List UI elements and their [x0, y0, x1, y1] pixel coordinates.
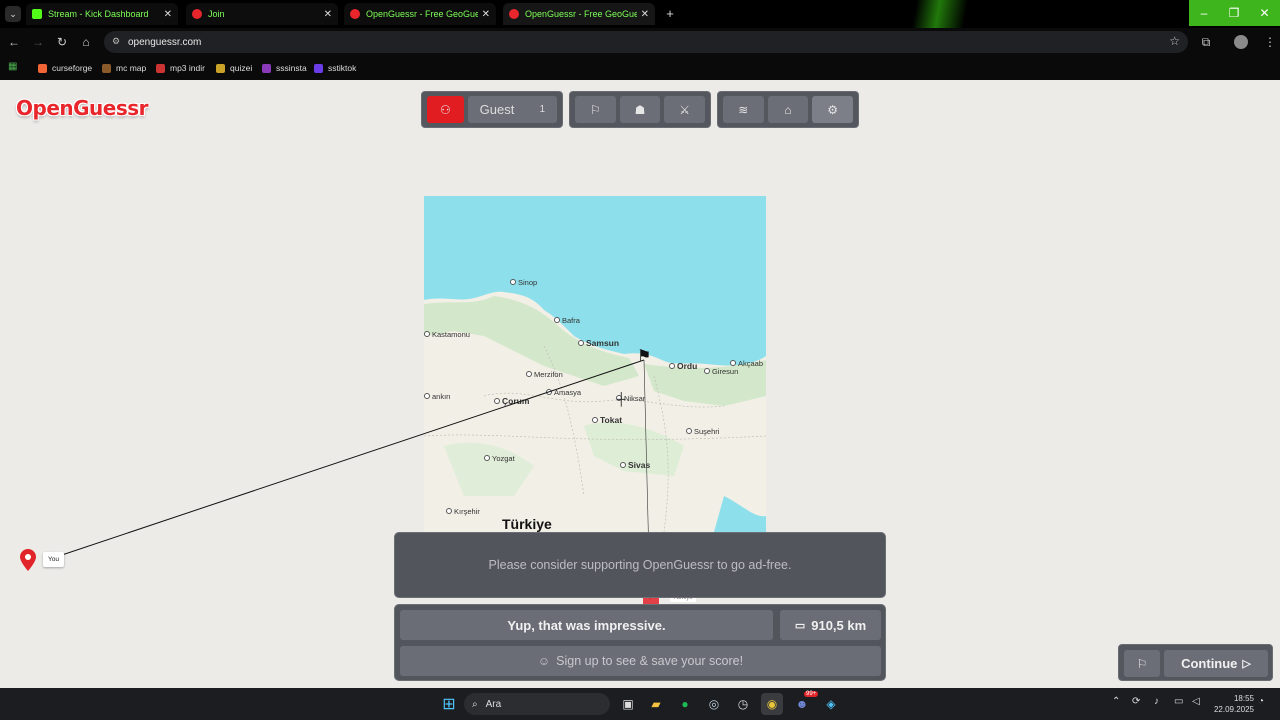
- continue-label: Continue: [1181, 656, 1238, 671]
- taskbar: [0, 688, 1280, 720]
- clock-date: 22.09.2025: [1213, 705, 1254, 714]
- podium-icon[interactable]: ⚐: [1124, 650, 1160, 677]
- ad-panel: Please consider supporting OpenGuessr to…: [394, 532, 886, 598]
- task-view-icon[interactable]: ▣: [617, 693, 639, 715]
- signup-button[interactable]: ☺ Sign up to see & save your score!: [400, 646, 881, 676]
- sync-icon[interactable]: ⟳: [1132, 696, 1140, 707]
- notification-icon[interactable]: ◔: [1258, 696, 1264, 707]
- continue-panel: ⚐ Continue ▷: [1118, 644, 1273, 681]
- volume-icon[interactable]: ◁: [1192, 696, 1200, 707]
- windows-start-icon[interactable]: ⊞: [438, 693, 460, 715]
- chrome-icon[interactable]: ◉: [761, 693, 783, 715]
- result-message: Yup, that was impressive.: [400, 610, 773, 640]
- signup-text: Sign up to see & save your score!: [556, 654, 744, 668]
- spotify-icon[interactable]: ●: [674, 693, 696, 715]
- network-icon[interactable]: ▭: [1174, 696, 1183, 707]
- mic-icon[interactable]: ♪: [1154, 696, 1159, 707]
- taskbar-search[interactable]: ⌕ Ara: [464, 693, 610, 715]
- result-message-text: Yup, that was impressive.: [507, 617, 666, 633]
- flag-icon: ⚑: [637, 348, 652, 365]
- distance-value: 910,5 km: [811, 617, 867, 633]
- tray-clock[interactable]: 18:55 22.09.2025: [1210, 693, 1254, 715]
- result-panel: Yup, that was impressive. ▭ 910,5 km ☺ S…: [394, 604, 886, 681]
- discord-badge: 99+: [804, 691, 819, 697]
- clock-app-icon[interactable]: ◷: [732, 693, 754, 715]
- ruler-icon: ▭: [794, 619, 806, 632]
- file-explorer-icon[interactable]: ▰: [645, 693, 667, 715]
- search-icon: ⌕: [472, 698, 478, 710]
- tray-chevron-icon[interactable]: ⌃: [1112, 696, 1120, 707]
- continue-button[interactable]: Continue ▷: [1164, 650, 1268, 677]
- location-pin-icon: [20, 549, 36, 571]
- clock-time: 18:55: [1233, 694, 1254, 703]
- user-circle-icon: ☺: [537, 654, 551, 668]
- steam-icon[interactable]: ◎: [703, 693, 725, 715]
- you-label: You: [43, 552, 64, 567]
- play-icon: ▷: [1242, 658, 1251, 670]
- search-placeholder: Ara: [485, 698, 502, 710]
- app-icon[interactable]: ◈: [820, 693, 842, 715]
- ad-text: Please consider supporting OpenGuessr to…: [488, 558, 792, 572]
- distance-badge: ▭ 910,5 km: [780, 610, 881, 640]
